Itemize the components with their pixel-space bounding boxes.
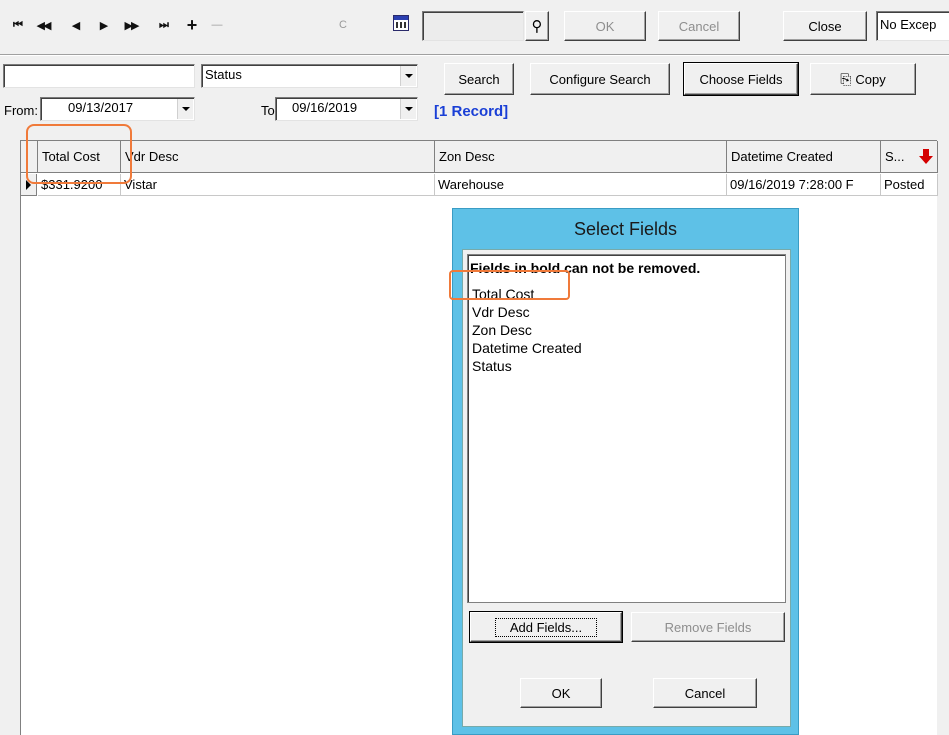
- copy-button[interactable]: ⎘ Copy: [810, 63, 916, 95]
- copy-label: Copy: [855, 71, 886, 87]
- annotation-highlight-grid: [26, 124, 132, 184]
- column-header-datetime-created[interactable]: Datetime Created: [727, 141, 881, 173]
- configure-search-label: Configure Search: [549, 71, 651, 87]
- chevron-down-icon[interactable]: [400, 99, 416, 119]
- sort-arrow-icon[interactable]: [919, 149, 933, 165]
- last-icon: ⏭: [159, 18, 169, 31]
- cell-zon-desc: Warehouse: [438, 177, 504, 192]
- delete-record-button[interactable]: —: [206, 14, 228, 36]
- column-label: Zon Desc: [439, 149, 495, 164]
- next-page-button[interactable]: ▶▶: [120, 14, 142, 36]
- column-header-status[interactable]: S...: [881, 141, 938, 173]
- choose-fields-label: Choose Fields: [699, 71, 783, 87]
- next-record-button[interactable]: ▶: [92, 14, 114, 36]
- remove-fields-button[interactable]: Remove Fields: [631, 612, 785, 642]
- magnifier-button[interactable]: ⚲: [525, 11, 549, 41]
- minus-icon: —: [211, 19, 223, 31]
- chevron-down-icon[interactable]: [177, 99, 193, 119]
- toolbar-ok-button[interactable]: OK: [564, 11, 646, 41]
- annotation-highlight-dialog: [449, 270, 570, 300]
- list-item[interactable]: Status: [472, 357, 512, 375]
- cell-status: Posted: [884, 177, 925, 192]
- last-record-button[interactable]: ⏭: [152, 14, 174, 36]
- to-date-value: 09/16/2019: [292, 100, 358, 115]
- search-field-select[interactable]: Status: [201, 64, 418, 88]
- close-label: Close: [808, 18, 842, 34]
- column-label: Vdr Desc: [125, 149, 179, 164]
- close-button[interactable]: Close: [783, 11, 867, 41]
- search-field-value: Status: [205, 67, 242, 82]
- add-record-button[interactable]: +: [180, 14, 202, 36]
- fields-list[interactable]: Fields in bold can not be removed. Total…: [467, 254, 786, 603]
- add-fields-button[interactable]: Add Fields...: [469, 611, 623, 643]
- table-cell[interactable]: Warehouse: [435, 174, 727, 196]
- search-text-input[interactable]: [3, 64, 195, 88]
- column-header-zon-desc[interactable]: Zon Desc: [435, 141, 727, 173]
- first-record-button[interactable]: ⏮: [6, 14, 28, 36]
- toolbar-separator: [0, 54, 949, 56]
- list-item[interactable]: Zon Desc: [472, 321, 532, 339]
- cell-datetime-created: 09/16/2019 7:28:00 F: [730, 177, 854, 192]
- table-cell[interactable]: Vistar: [121, 174, 435, 196]
- record-count: [1 Record]: [434, 103, 509, 120]
- list-item[interactable]: Datetime Created: [472, 339, 582, 357]
- table-cell[interactable]: Posted: [881, 174, 938, 196]
- plus-icon: +: [186, 14, 197, 35]
- column-header-vdr-desc[interactable]: Vdr Desc: [121, 141, 435, 173]
- exception-filter-field[interactable]: No Excep: [876, 11, 949, 41]
- prev-record-button[interactable]: ◀: [64, 14, 86, 36]
- first-icon: ⏮: [13, 18, 23, 31]
- chevron-down-icon[interactable]: [400, 66, 416, 86]
- prev-page-icon: ◀◀: [36, 19, 52, 32]
- remove-fields-label: Remove Fields: [664, 619, 752, 635]
- next-page-icon: ▶▶: [124, 19, 140, 32]
- c-label: C: [339, 19, 347, 31]
- column-label: S...: [885, 149, 905, 164]
- dialog-ok-button[interactable]: OK: [520, 678, 602, 708]
- search-button[interactable]: Search: [444, 63, 514, 95]
- dialog-cancel-button[interactable]: Cancel: [653, 678, 757, 708]
- configure-search-button[interactable]: Configure Search: [530, 63, 670, 95]
- calendar-icon[interactable]: [393, 15, 409, 31]
- from-label: From:: [4, 103, 38, 118]
- to-date-input[interactable]: 09/16/2019: [275, 97, 418, 121]
- dialog-ok-label: OK: [551, 685, 571, 701]
- toolbar-cancel-label: Cancel: [678, 18, 720, 34]
- list-item[interactable]: Vdr Desc: [472, 303, 530, 321]
- dialog-title: Select Fields: [573, 218, 678, 239]
- table-cell[interactable]: 09/16/2019 7:28:00 F: [727, 174, 881, 196]
- toolbar-ok-label: OK: [595, 18, 615, 34]
- copy-icon: ⎘: [840, 70, 852, 87]
- from-date-input[interactable]: 09/13/2017: [40, 97, 195, 121]
- dialog-body: Fields in bold can not be removed. Total…: [462, 249, 791, 727]
- prev-icon: ◀: [71, 19, 81, 32]
- toolbar-search-field[interactable]: [422, 11, 524, 41]
- magnifier-icon: ⚲: [531, 18, 543, 35]
- c-button[interactable]: C: [332, 14, 354, 36]
- exception-filter-value: No Excep: [880, 17, 937, 32]
- from-date-value: 09/13/2017: [68, 100, 134, 115]
- prev-page-button[interactable]: ◀◀: [32, 14, 54, 36]
- choose-fields-button[interactable]: Choose Fields: [683, 62, 799, 96]
- dialog-cancel-label: Cancel: [684, 685, 726, 701]
- column-label: Datetime Created: [731, 149, 833, 164]
- toolbar-cancel-button[interactable]: Cancel: [658, 11, 740, 41]
- next-icon: ▶: [99, 19, 109, 32]
- add-fields-label: Add Fields...: [494, 617, 598, 637]
- search-label: Search: [458, 71, 500, 87]
